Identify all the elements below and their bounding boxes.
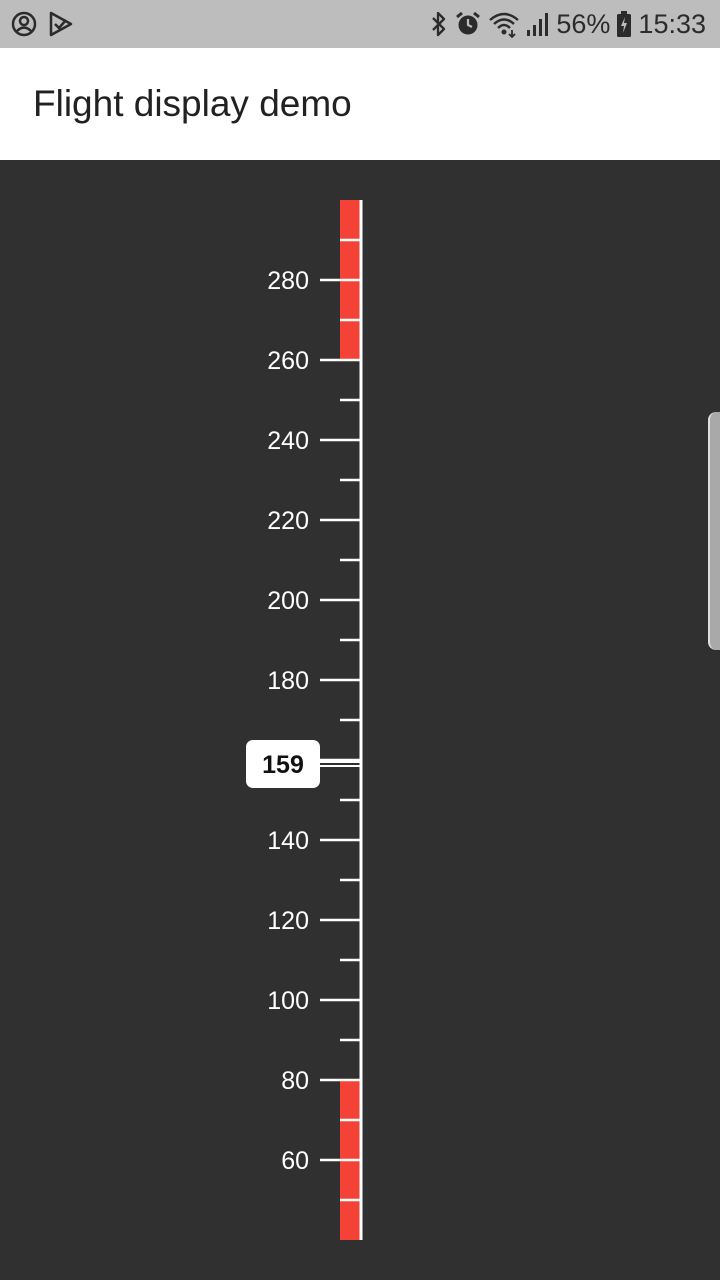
signal-icon: [526, 10, 550, 38]
tick-label-200: 200: [267, 587, 309, 615]
wifi-icon: [488, 10, 520, 38]
battery-charging-icon: [616, 10, 632, 38]
edge-panel-handle[interactable]: [708, 412, 720, 650]
alarm-icon: [454, 10, 482, 38]
tick-label-260: 260: [267, 347, 309, 375]
status-left-icons: [10, 8, 74, 40]
battery-percent: 56%: [556, 9, 611, 39]
current-value-indicator: 159: [246, 740, 361, 788]
tick-label-60: 60: [281, 1147, 309, 1175]
tick-label-100: 100: [267, 987, 309, 1015]
tick-label-220: 220: [267, 507, 309, 535]
play-check-icon: [48, 10, 74, 38]
tick-label-140: 140: [267, 827, 309, 855]
status-bar: 56% 15:33: [0, 0, 720, 48]
tick-label-240: 240: [267, 427, 309, 455]
airspeed-tape: 6080100120140160180200220240260280 159: [246, 200, 363, 1240]
tick-label-280: 280: [267, 267, 309, 295]
tick-label-180: 180: [267, 667, 309, 695]
tape-labels: 6080100120140160180200220240260280: [267, 267, 309, 1175]
status-right-icons: 56% 15:33: [430, 8, 706, 40]
tick-label-120: 120: [267, 907, 309, 935]
bluetooth-icon: [430, 10, 448, 38]
clock-time: 15:33: [638, 9, 706, 39]
flight-display-area: 6080100120140160180200220240260280 159: [0, 160, 720, 1280]
tick-label-80: 80: [281, 1067, 309, 1095]
app-bar: Flight display demo: [0, 48, 720, 160]
app-title: Flight display demo: [33, 83, 352, 124]
account-circle-icon: [10, 10, 38, 38]
current-value-text: 159: [262, 751, 304, 779]
